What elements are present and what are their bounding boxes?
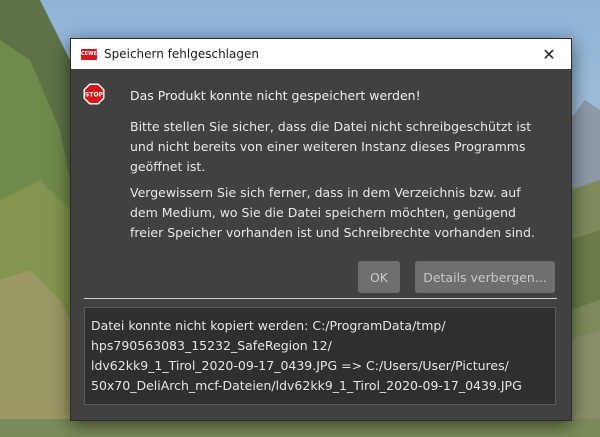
error-paragraph-1: Bitte stellen Sie sicher, dass die Datei… [130,119,532,174]
stop-sign-icon: STOP [83,83,105,105]
toggle-details-button[interactable]: Details verbergen... [415,261,555,293]
error-paragraph-2: Vergewissern Sie sich ferner, dass in de… [130,185,535,240]
stop-icon-text: STOP [85,92,104,99]
close-button[interactable]: ✕ [527,39,571,69]
ok-button[interactable]: OK [358,261,400,293]
error-dialog: CEWE Speichern fehlgeschlagen ✕ STOP Das… [70,38,572,421]
details-text-box[interactable]: Datei konnte nicht kopiert werden: C:/Pr… [84,307,556,405]
dialog-titlebar: CEWE Speichern fehlgeschlagen ✕ [71,39,571,69]
close-icon: ✕ [542,44,556,64]
error-heading: Das Produkt konnte nicht gespeichert wer… [130,88,421,103]
details-line: ldv62kk9_1_Tirol_2020-09-17_0439.JPG => … [91,358,509,373]
app-logo-icon: CEWE [81,48,97,60]
dialog-title: Speichern fehlgeschlagen [104,47,259,61]
details-line: 50x70_DeliArch_mcf-Dateien/ldv62kk9_1_Ti… [91,378,522,393]
divider [84,298,557,299]
details-line: Datei konnte nicht kopiert werden: C:/Pr… [91,318,446,333]
details-line: hps790563083_15232_SafeRegion 12/ [91,338,332,353]
